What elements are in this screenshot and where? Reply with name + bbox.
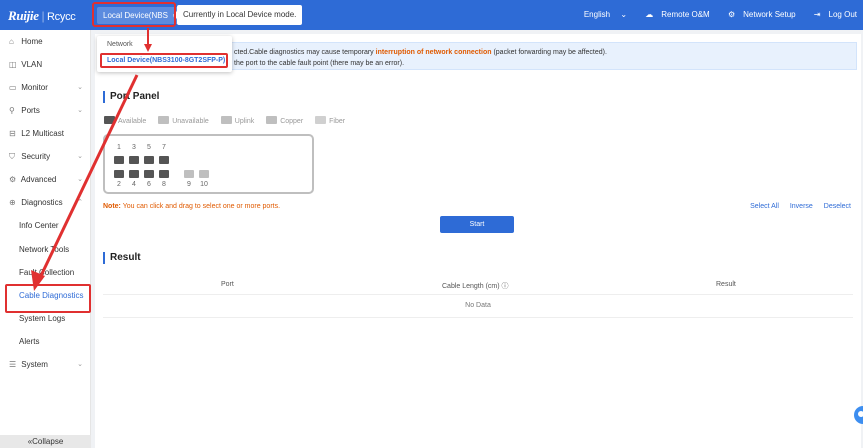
collapse-button[interactable]: «Collapse — [0, 435, 91, 448]
port-fiber-icon — [315, 116, 327, 124]
legend-available: Available — [104, 116, 146, 125]
sidebar-item-system[interactable]: ☰ System ⌄ — [0, 354, 91, 376]
advanced-icon: ⚙ — [9, 175, 17, 184]
gear-icon: ⚙ — [727, 10, 736, 19]
chevron-down-icon: ⌄ — [620, 10, 628, 19]
sidebar-item-home[interactable]: ⌂ Home — [0, 31, 91, 53]
monitor-icon: ▭ — [9, 83, 17, 92]
legend-fiber: Fiber — [315, 116, 345, 125]
annotation-highlight-box — [5, 284, 91, 313]
port-copper-icon — [266, 116, 278, 124]
dropdown-header: Network — [107, 41, 133, 48]
sidebar-item-ports[interactable]: ⚲ Ports ⌄ — [0, 100, 91, 122]
legend-uplink: Uplink — [220, 116, 254, 125]
top-bar: Ruijie|Rcycc Local Device(NBS⌄ Currently… — [0, 0, 863, 30]
port-6[interactable] — [144, 170, 154, 178]
shield-icon: ⛉ — [9, 152, 15, 161]
switch-port-panel[interactable]: 1 3 5 7 2 4 6 8 9 10 — [103, 134, 314, 194]
mode-tooltip: Currently in Local Device mode. — [172, 5, 303, 25]
sidebar-item-alerts[interactable]: Alerts — [0, 331, 91, 353]
dropdown-local-device[interactable]: Local Device(NBS3100-8GT2SFP-P) — [100, 53, 228, 68]
chevron-down-icon: ⌄ — [77, 84, 83, 91]
port-1[interactable] — [114, 156, 124, 164]
sidebar-item-vlan[interactable]: ◫ VLAN — [0, 54, 91, 76]
ports-icon: ⚲ — [9, 106, 15, 115]
chevron-down-icon: ⌄ — [77, 153, 83, 160]
no-data-text: No Data — [103, 302, 853, 318]
main-content: cted.Cable diagnostics may cause tempora… — [95, 34, 861, 448]
column-result: Result — [716, 281, 736, 288]
port-unavailable-icon — [158, 116, 170, 124]
sidebar: ⌂ Home ◫ VLAN ▭ Monitor ⌄ ⚲ Ports ⌄ ⊟ L2 M… — [0, 30, 91, 448]
device-selector[interactable]: Local Device(NBS⌄ — [97, 7, 184, 24]
sidebar-item-fault-collection[interactable]: Fault Collection — [0, 262, 91, 284]
vlan-icon: ◫ — [9, 60, 17, 69]
help-widget-icon[interactable] — [853, 404, 863, 426]
sidebar-item-network-tools[interactable]: Network Tools — [0, 239, 91, 261]
deselect-link[interactable]: Deselect — [824, 203, 851, 210]
start-button[interactable]: Start — [440, 216, 514, 233]
legend-unavailable: Unavailable — [158, 116, 209, 125]
port-panel-title: Port Panel — [103, 91, 159, 103]
port-available-icon — [104, 116, 115, 124]
sidebar-item-advanced[interactable]: ⚙ Advanced ⌄ — [0, 169, 91, 191]
column-cable-length: Cable Length (cm) ⓘ — [442, 283, 509, 290]
port-10[interactable] — [199, 170, 209, 178]
network-setup-link[interactable]: ⚙ Network Setup — [720, 10, 796, 19]
chevron-up-icon: ⌃ — [77, 199, 83, 206]
logout-icon: ⇥ — [813, 10, 821, 19]
selection-links: Select All Inverse Deselect — [741, 203, 851, 210]
sidebar-item-monitor[interactable]: ▭ Monitor ⌄ — [0, 77, 91, 99]
home-icon: ⌂ — [9, 37, 14, 46]
port-9[interactable] — [184, 170, 194, 178]
language-selector[interactable]: English ⌄ — [576, 10, 627, 19]
sidebar-item-security[interactable]: ⛉ Security ⌄ — [0, 146, 91, 168]
system-icon: ☰ — [9, 360, 17, 369]
sidebar-item-l2-multicast[interactable]: ⊟ L2 Multicast — [0, 123, 91, 145]
chevron-down-icon: ⌄ — [77, 176, 83, 183]
sidebar-item-info-center[interactable]: Info Center — [0, 215, 91, 237]
top-right-menu: English ⌄ ☁ Remote O&M ⚙ Network Setup ⇥ Lo… — [568, 10, 857, 19]
select-all-link[interactable]: Select All — [750, 203, 779, 210]
inverse-link[interactable]: Inverse — [790, 203, 813, 210]
port-2[interactable] — [114, 170, 124, 178]
result-table-header: Port Cable Length (cm) ⓘ Result — [103, 277, 853, 295]
ruijie-logo: Ruijie | Rcycc — [8, 8, 76, 23]
port-legend: Available Unavailable Uplink Copper Fibe… — [104, 116, 355, 125]
device-dropdown: Network Local Device(NBS3100-8GT2SFP-P) — [97, 36, 232, 72]
multicast-icon: ⊟ — [9, 129, 16, 138]
port-7[interactable] — [159, 156, 169, 164]
logout-link[interactable]: ⇥ Log Out — [806, 10, 857, 19]
chevron-down-icon: ⌄ — [77, 361, 83, 368]
port-5[interactable] — [144, 156, 154, 164]
result-title: Result — [103, 252, 141, 264]
selection-note: Note: You can click and drag to select o… — [103, 203, 281, 210]
port-4[interactable] — [129, 170, 139, 178]
column-port: Port — [221, 281, 234, 288]
remote-om-link[interactable]: ☁ Remote O&M — [637, 10, 709, 19]
port-3[interactable] — [129, 156, 139, 164]
sidebar-item-diagnostics[interactable]: ⊕ Diagnostics ⌃ — [0, 192, 91, 214]
legend-copper: Copper — [266, 116, 303, 125]
port-uplink-icon — [220, 116, 232, 124]
diagnostics-icon: ⊕ — [9, 198, 16, 207]
cloud-icon: ☁ — [645, 10, 654, 19]
port-8[interactable] — [159, 170, 169, 178]
chevron-down-icon: ⌄ — [77, 107, 83, 114]
